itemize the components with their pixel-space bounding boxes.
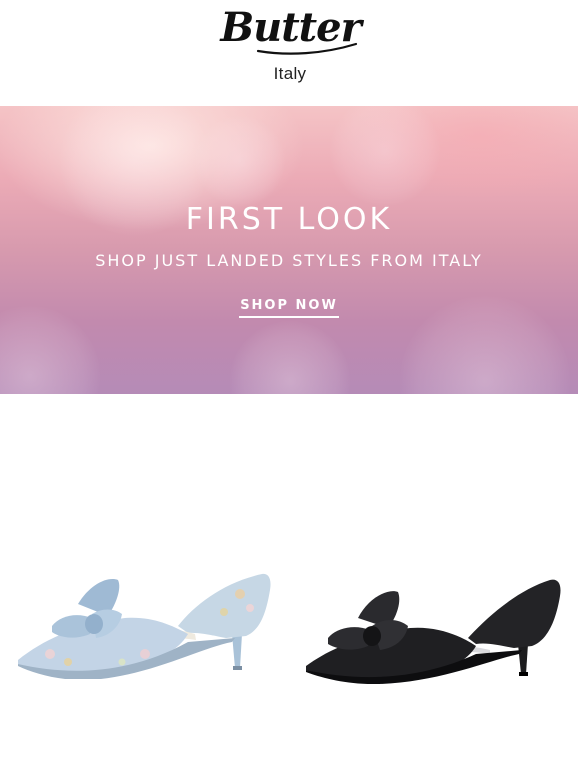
- bokeh-light: [400, 296, 570, 394]
- bokeh-light: [330, 106, 440, 206]
- product-item[interactable]: [300, 574, 565, 684]
- email-page: Butter Italy FIRST LOOK SHOP JUST LANDED…: [0, 0, 580, 774]
- bokeh-light: [0, 306, 100, 394]
- product-row: [0, 394, 580, 774]
- pale-blue-bow-pump-icon: [18, 573, 271, 679]
- brand-logo[interactable]: Butter: [218, 2, 363, 60]
- black-bow-pump-icon: [306, 579, 561, 684]
- hero-subtitle: SHOP JUST LANDED STYLES FROM ITALY: [95, 251, 483, 270]
- hero-title: FIRST LOOK: [185, 202, 393, 237]
- bokeh-light: [195, 116, 285, 206]
- bokeh-light: [230, 321, 350, 394]
- shop-now-link[interactable]: SHOP NOW: [239, 298, 339, 318]
- logo-swash-icon: [256, 42, 358, 55]
- hero-banner[interactable]: FIRST LOOK SHOP JUST LANDED STYLES FROM …: [0, 106, 578, 394]
- brand-subtitle: Italy: [273, 64, 307, 83]
- header: Butter Italy: [0, 0, 580, 105]
- product-item[interactable]: [10, 564, 275, 679]
